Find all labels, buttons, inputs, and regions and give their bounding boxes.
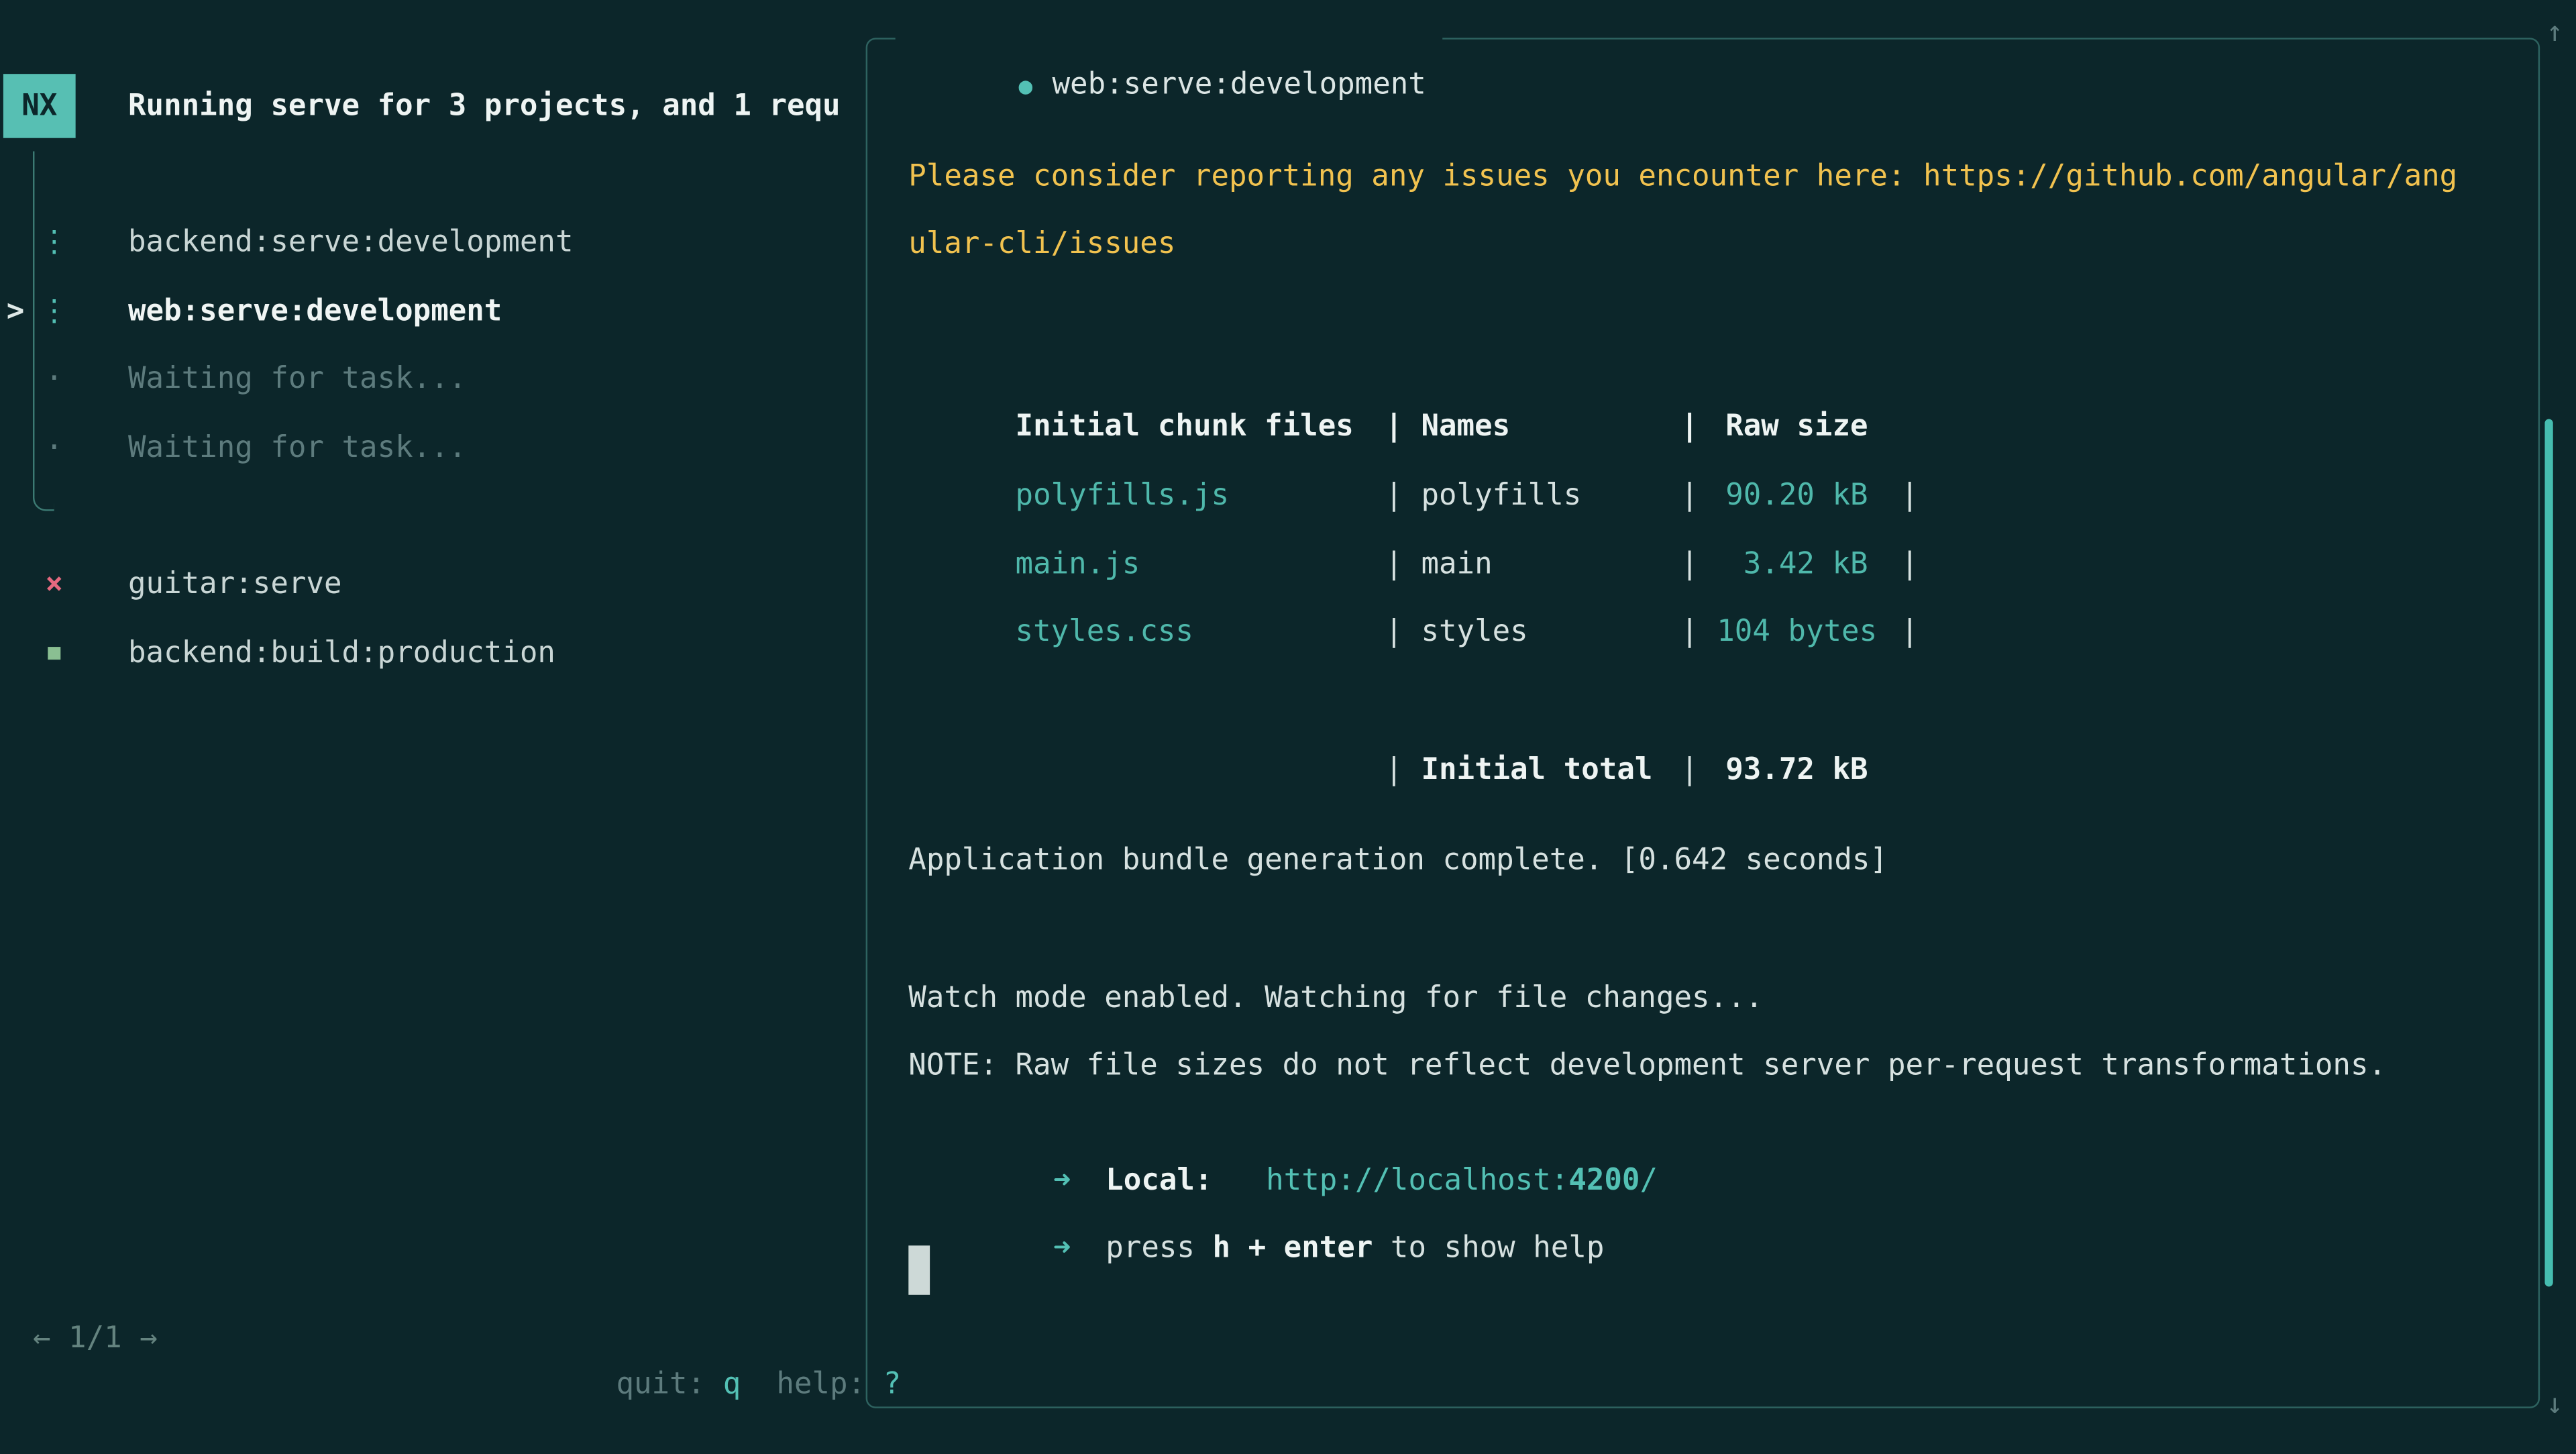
task-label: Waiting for task...	[128, 425, 466, 472]
sidebar-title: Running serve for 3 projects, and 1 requ	[128, 84, 866, 130]
task-label: guitar:serve	[128, 562, 341, 609]
task-row-backend-build[interactable]: ■ backend:build:production	[0, 631, 866, 677]
chunk-table-header: Initial chunk files|Names|Raw size	[908, 358, 1868, 405]
task-row-web-serve[interactable]: > ⋮ web:serve:development	[0, 289, 866, 335]
quit-key: q	[723, 1367, 741, 1402]
local-server-line: ➜Local: http://localhost:4200/	[947, 1112, 1658, 1159]
pipe-divider: |	[1901, 610, 1919, 656]
pipe-divider: |	[1385, 610, 1421, 656]
help-post-text: to show help	[1373, 1231, 1604, 1265]
selection-pointer-icon: >	[7, 289, 25, 335]
task-row-guitar-serve[interactable]: × guitar:serve	[0, 562, 866, 609]
total-label: Initial total	[1421, 747, 1680, 794]
pipe-divider: |	[1680, 610, 1717, 656]
help-hint-line: ➜press h + enter to show help	[947, 1180, 1605, 1226]
panel-title-text: web:serve:development	[1052, 67, 1426, 101]
page-indicator: ← 1/1 →	[33, 1316, 158, 1363]
scroll-down-icon[interactable]: ↓	[2540, 1385, 2569, 1424]
spinner-icon: ⋮	[40, 289, 69, 335]
scrollbar-thumb[interactable]	[2544, 419, 2553, 1286]
keyboard-hints: quit: q help: ?	[509, 1316, 901, 1363]
task-label: backend:build:production	[128, 631, 555, 677]
issue-notice-line-1: Please consider reporting any issues you…	[908, 154, 2457, 201]
chunk-file: styles.css	[1016, 610, 1385, 656]
chunk-table-row: polyfills.js|polyfills|90.20 kB|	[908, 427, 1919, 474]
pending-dot-icon: ·	[40, 425, 69, 472]
running-bullet-icon: ●	[1018, 74, 1032, 100]
arrow-icon: ➜	[1053, 1226, 1106, 1272]
failed-x-icon: ×	[40, 562, 69, 609]
terminal-ui: NX Running serve for 3 projects, and 1 r…	[0, 0, 2576, 1449]
scroll-up-icon[interactable]: ↑	[2540, 13, 2569, 53]
issue-notice-line-2: ular-cli/issues	[908, 222, 1175, 268]
raw-size-note: NOTE: Raw file sizes do not reflect deve…	[908, 1043, 2386, 1090]
task-label: backend:serve:development	[128, 220, 574, 266]
chunk-name: styles	[1421, 610, 1680, 656]
help-pre-text: press	[1106, 1231, 1212, 1265]
chunk-table-row: styles.css|styles|104 bytes|	[908, 564, 1919, 610]
task-label: web:serve:development	[128, 289, 502, 335]
help-keys: h + enter	[1213, 1231, 1373, 1265]
help-hint-label: help:	[741, 1367, 883, 1402]
terminal-cursor	[908, 1245, 930, 1294]
chunk-size: 104 bytes	[1717, 610, 1868, 656]
task-row-waiting-2[interactable]: · Waiting for task...	[0, 425, 866, 472]
output-panel: ● web:serve:development Please consider r…	[866, 38, 2540, 1408]
task-label: Waiting for task...	[128, 356, 466, 403]
success-square-icon: ■	[40, 631, 69, 677]
url-slash: /	[1640, 1163, 1658, 1198]
chunk-table-row: main.js|main|3.42 kB|	[908, 497, 1919, 543]
chunk-table-total-row: |Initial total|93.72 kB	[908, 702, 1868, 748]
task-row-waiting-1[interactable]: · Waiting for task...	[0, 356, 866, 403]
task-sidebar: NX Running serve for 3 projects, and 1 r…	[0, 0, 866, 1449]
pipe-divider: |	[1680, 747, 1717, 794]
total-size: 93.72 kB	[1717, 747, 1868, 794]
pipe-divider: |	[1385, 747, 1421, 794]
task-row-backend-serve[interactable]: ⋮ backend:serve:development	[0, 220, 866, 266]
bundle-complete-message: Application bundle generation complete. …	[908, 838, 1888, 884]
nx-logo: NX	[3, 74, 76, 138]
panel-title: ●web:serve:development	[896, 16, 1443, 62]
pending-dot-icon: ·	[40, 356, 69, 403]
quit-hint-label: quit:	[616, 1367, 722, 1402]
spinner-icon: ⋮	[40, 220, 69, 266]
watch-mode-message: Watch mode enabled. Watching for file ch…	[908, 976, 1763, 1023]
